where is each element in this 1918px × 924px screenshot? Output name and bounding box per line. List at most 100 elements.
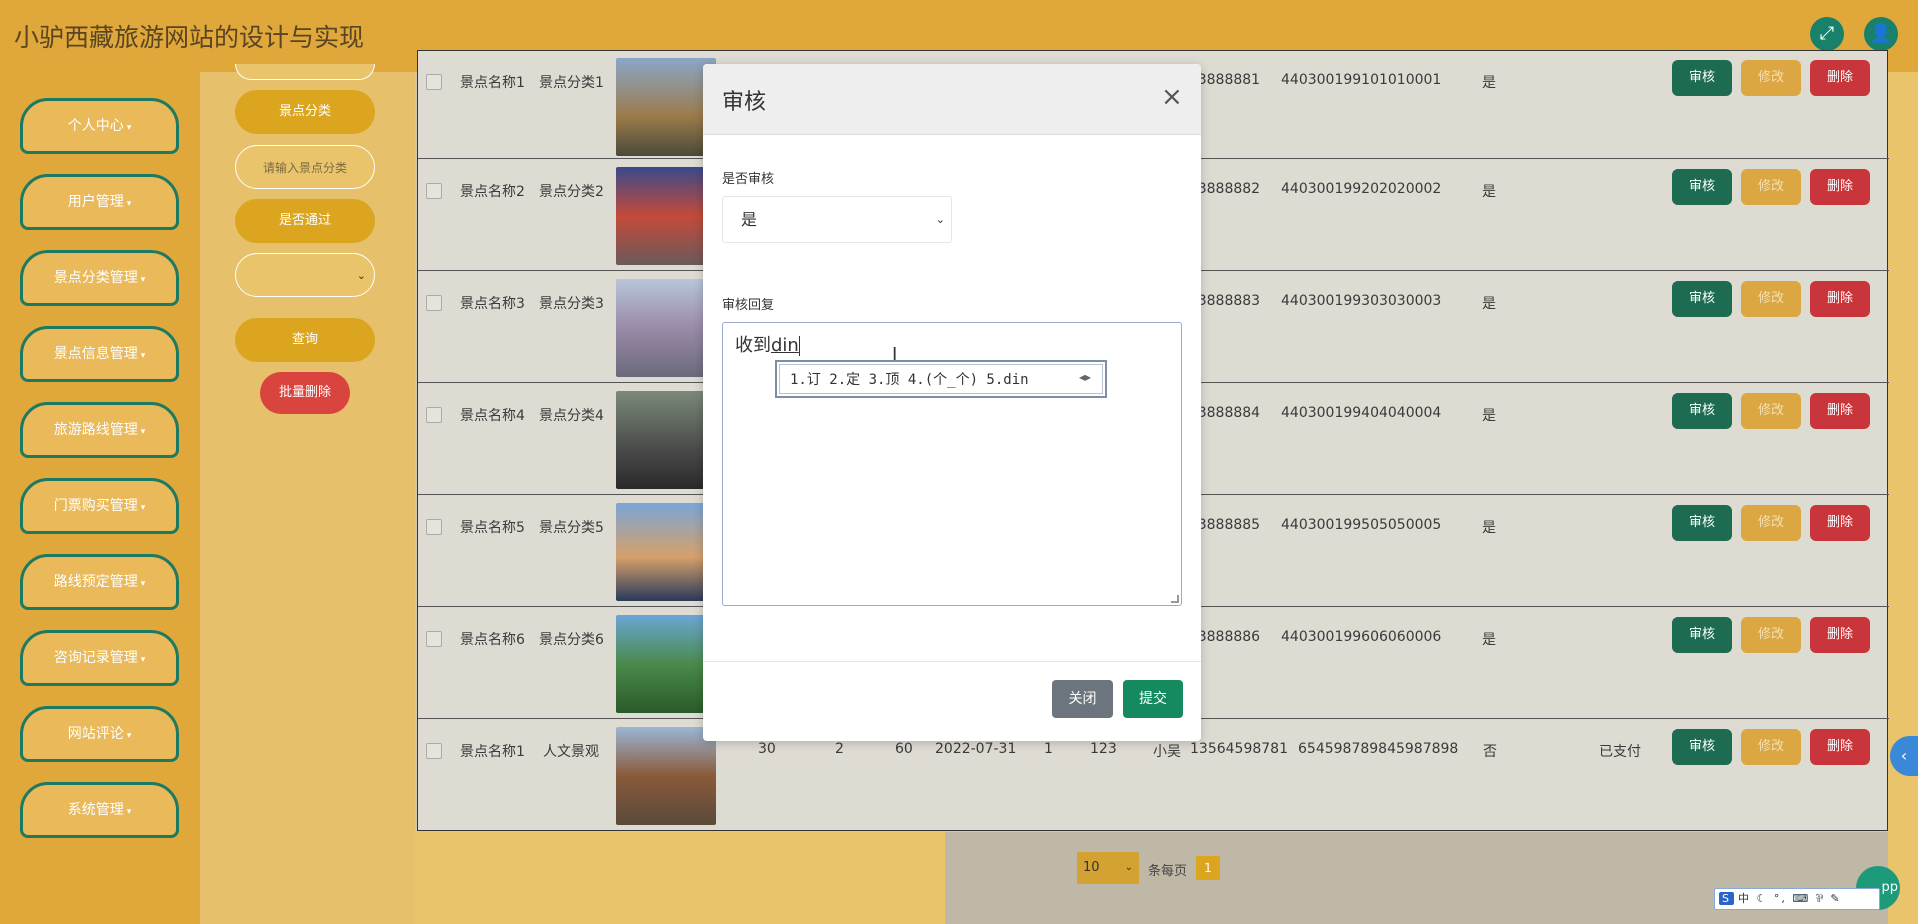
- cell-passed: 是: [1482, 408, 1496, 424]
- delete-button[interactable]: 删除: [1810, 169, 1870, 205]
- sidebar-item-system[interactable]: 系统管理 ▾: [20, 782, 179, 838]
- delete-button[interactable]: 删除: [1810, 60, 1870, 96]
- edit-button[interactable]: 修改: [1741, 729, 1801, 765]
- row-checkbox[interactable]: [426, 519, 442, 535]
- chevron-down-icon: ▾: [140, 579, 146, 589]
- delete-button[interactable]: 删除: [1810, 281, 1870, 317]
- text-caret: [798, 336, 800, 356]
- spot-image: [616, 391, 716, 489]
- cell-idcard: 440300199303030003: [1281, 293, 1442, 309]
- batch-delete-button[interactable]: 批量删除: [260, 372, 350, 414]
- cell-total: 60: [895, 741, 913, 757]
- audit-button[interactable]: 审核: [1672, 169, 1732, 205]
- sidebar-item-users[interactable]: 用户管理 ▾: [20, 174, 179, 230]
- cell-passed: 是: [1482, 296, 1496, 312]
- ime-toolbar[interactable]: S中 ☾ °, ⌨ ⅌ ✎: [1714, 888, 1880, 910]
- cell-passed: 否: [1483, 744, 1497, 760]
- sidebar-item-comments[interactable]: 网站评论 ▾: [20, 706, 179, 762]
- row-checkbox[interactable]: [426, 295, 442, 311]
- cell-idcard: 440300199404040004: [1281, 405, 1442, 421]
- cell-category: 景点分类3: [539, 296, 604, 312]
- sidebar-item-bookings[interactable]: 路线预定管理 ▾: [20, 554, 179, 610]
- collapse-icon[interactable]: ‹: [1890, 736, 1918, 776]
- page-number[interactable]: 1: [1196, 856, 1220, 880]
- category-label: 景点分类: [235, 90, 375, 134]
- audit-button[interactable]: 审核: [1672, 393, 1732, 429]
- delete-button[interactable]: 删除: [1810, 729, 1870, 765]
- cell-num: 1: [1044, 741, 1053, 757]
- audit-button[interactable]: 审核: [1672, 281, 1732, 317]
- sidebar-item-categories[interactable]: 景点分类管理 ▾: [20, 250, 179, 306]
- ime-candidates[interactable]: 1.订 2.定 3.顶 4.(个_个) 5.din: [779, 364, 1103, 394]
- cell-date: 2022-07-31: [935, 741, 1017, 757]
- spot-image: [616, 615, 716, 713]
- audit-button[interactable]: 审核: [1672, 60, 1732, 96]
- audit-dialog: 审核 × 是否审核 是 ⌄ 审核回复 收到din 关闭 提交: [703, 64, 1201, 741]
- cell-idcard: 440300199606060006: [1281, 629, 1442, 645]
- passed-select[interactable]: ⌄: [235, 253, 375, 297]
- audit-button[interactable]: 审核: [1672, 729, 1732, 765]
- cell-idcard: 440300199505050005: [1281, 517, 1442, 533]
- expand-icon[interactable]: ⤢: [1810, 17, 1844, 51]
- audit-button[interactable]: 审核: [1672, 617, 1732, 653]
- audit-button[interactable]: 审核: [1672, 505, 1732, 541]
- cell-name: 景点名称3: [460, 296, 525, 312]
- dialog-title: 审核: [722, 90, 767, 115]
- dialog-header: 审核 ×: [703, 64, 1201, 135]
- user-icon[interactable]: 👤: [1864, 17, 1898, 51]
- search-field-top[interactable]: [235, 64, 375, 80]
- delete-button[interactable]: 删除: [1810, 617, 1870, 653]
- close-icon[interactable]: ×: [1161, 82, 1183, 112]
- sidebar-item-tickets[interactable]: 门票购买管理 ▾: [20, 478, 179, 534]
- cell-idcard: 440300199101010001: [1281, 72, 1442, 88]
- page-size-select[interactable]: 10 ⌄: [1077, 852, 1139, 884]
- chevron-down-icon: ▾: [140, 655, 146, 665]
- row-checkbox[interactable]: [426, 407, 442, 423]
- spot-image: [616, 279, 716, 377]
- audit-select[interactable]: 是 ⌄: [722, 196, 952, 243]
- cell-idcard: 654598789845987898: [1298, 741, 1459, 757]
- row-checkbox[interactable]: [426, 631, 442, 647]
- sidebar-item-profile[interactable]: 个人中心 ▾: [20, 98, 179, 154]
- cell-name: 景点名称6: [460, 632, 525, 648]
- close-button[interactable]: 关闭: [1052, 680, 1113, 718]
- sidebar-item-consult[interactable]: 咨询记录管理 ▾: [20, 630, 179, 686]
- row-checkbox[interactable]: [426, 74, 442, 90]
- chevron-down-icon: ▾: [140, 427, 146, 437]
- edit-button[interactable]: 修改: [1741, 617, 1801, 653]
- page-arrows-icon[interactable]: ◂▸: [1079, 370, 1091, 384]
- audit-label: 是否审核: [722, 172, 775, 187]
- cell-passed: 是: [1482, 520, 1496, 536]
- edit-button[interactable]: 修改: [1741, 505, 1801, 541]
- passed-label: 是否通过: [235, 199, 375, 243]
- category-search-input[interactable]: 请输入景点分类: [235, 145, 375, 189]
- chevron-down-icon: ⌄: [935, 213, 945, 226]
- edit-button[interactable]: 修改: [1741, 281, 1801, 317]
- cell-category: 景点分类4: [539, 408, 604, 424]
- ime-logo-icon: S: [1719, 892, 1734, 905]
- cell-account: 123: [1090, 741, 1117, 757]
- spot-image: [616, 167, 716, 265]
- edit-button[interactable]: 修改: [1741, 169, 1801, 205]
- sidebar-item-spots[interactable]: 景点信息管理 ▾: [20, 326, 179, 382]
- row-checkbox[interactable]: [426, 743, 442, 759]
- chevron-down-icon: ▾: [140, 275, 146, 285]
- chevron-down-icon: ▾: [126, 123, 132, 133]
- cell-phone: 13564598781: [1190, 741, 1288, 757]
- cell-name: 景点名称4: [460, 408, 525, 424]
- submit-button[interactable]: 提交: [1123, 680, 1183, 718]
- sidebar-item-routes[interactable]: 旅游路线管理 ▾: [20, 402, 179, 458]
- delete-button[interactable]: 删除: [1810, 393, 1870, 429]
- cell-price: 30: [758, 741, 776, 757]
- reply-label: 审核回复: [722, 298, 775, 313]
- chevron-down-icon: ⌄: [356, 269, 366, 282]
- query-button[interactable]: 查询: [235, 318, 375, 362]
- resize-handle[interactable]: [1171, 595, 1179, 603]
- delete-button[interactable]: 删除: [1810, 505, 1870, 541]
- edit-button[interactable]: 修改: [1741, 60, 1801, 96]
- edit-button[interactable]: 修改: [1741, 393, 1801, 429]
- row-checkbox[interactable]: [426, 183, 442, 199]
- cell-idcard: 440300199202020002: [1281, 181, 1442, 197]
- cell-passed: 是: [1482, 632, 1496, 648]
- ime-candidate-popup[interactable]: 1.订 2.定 3.顶 4.(个_个) 5.din ◂▸: [775, 360, 1107, 398]
